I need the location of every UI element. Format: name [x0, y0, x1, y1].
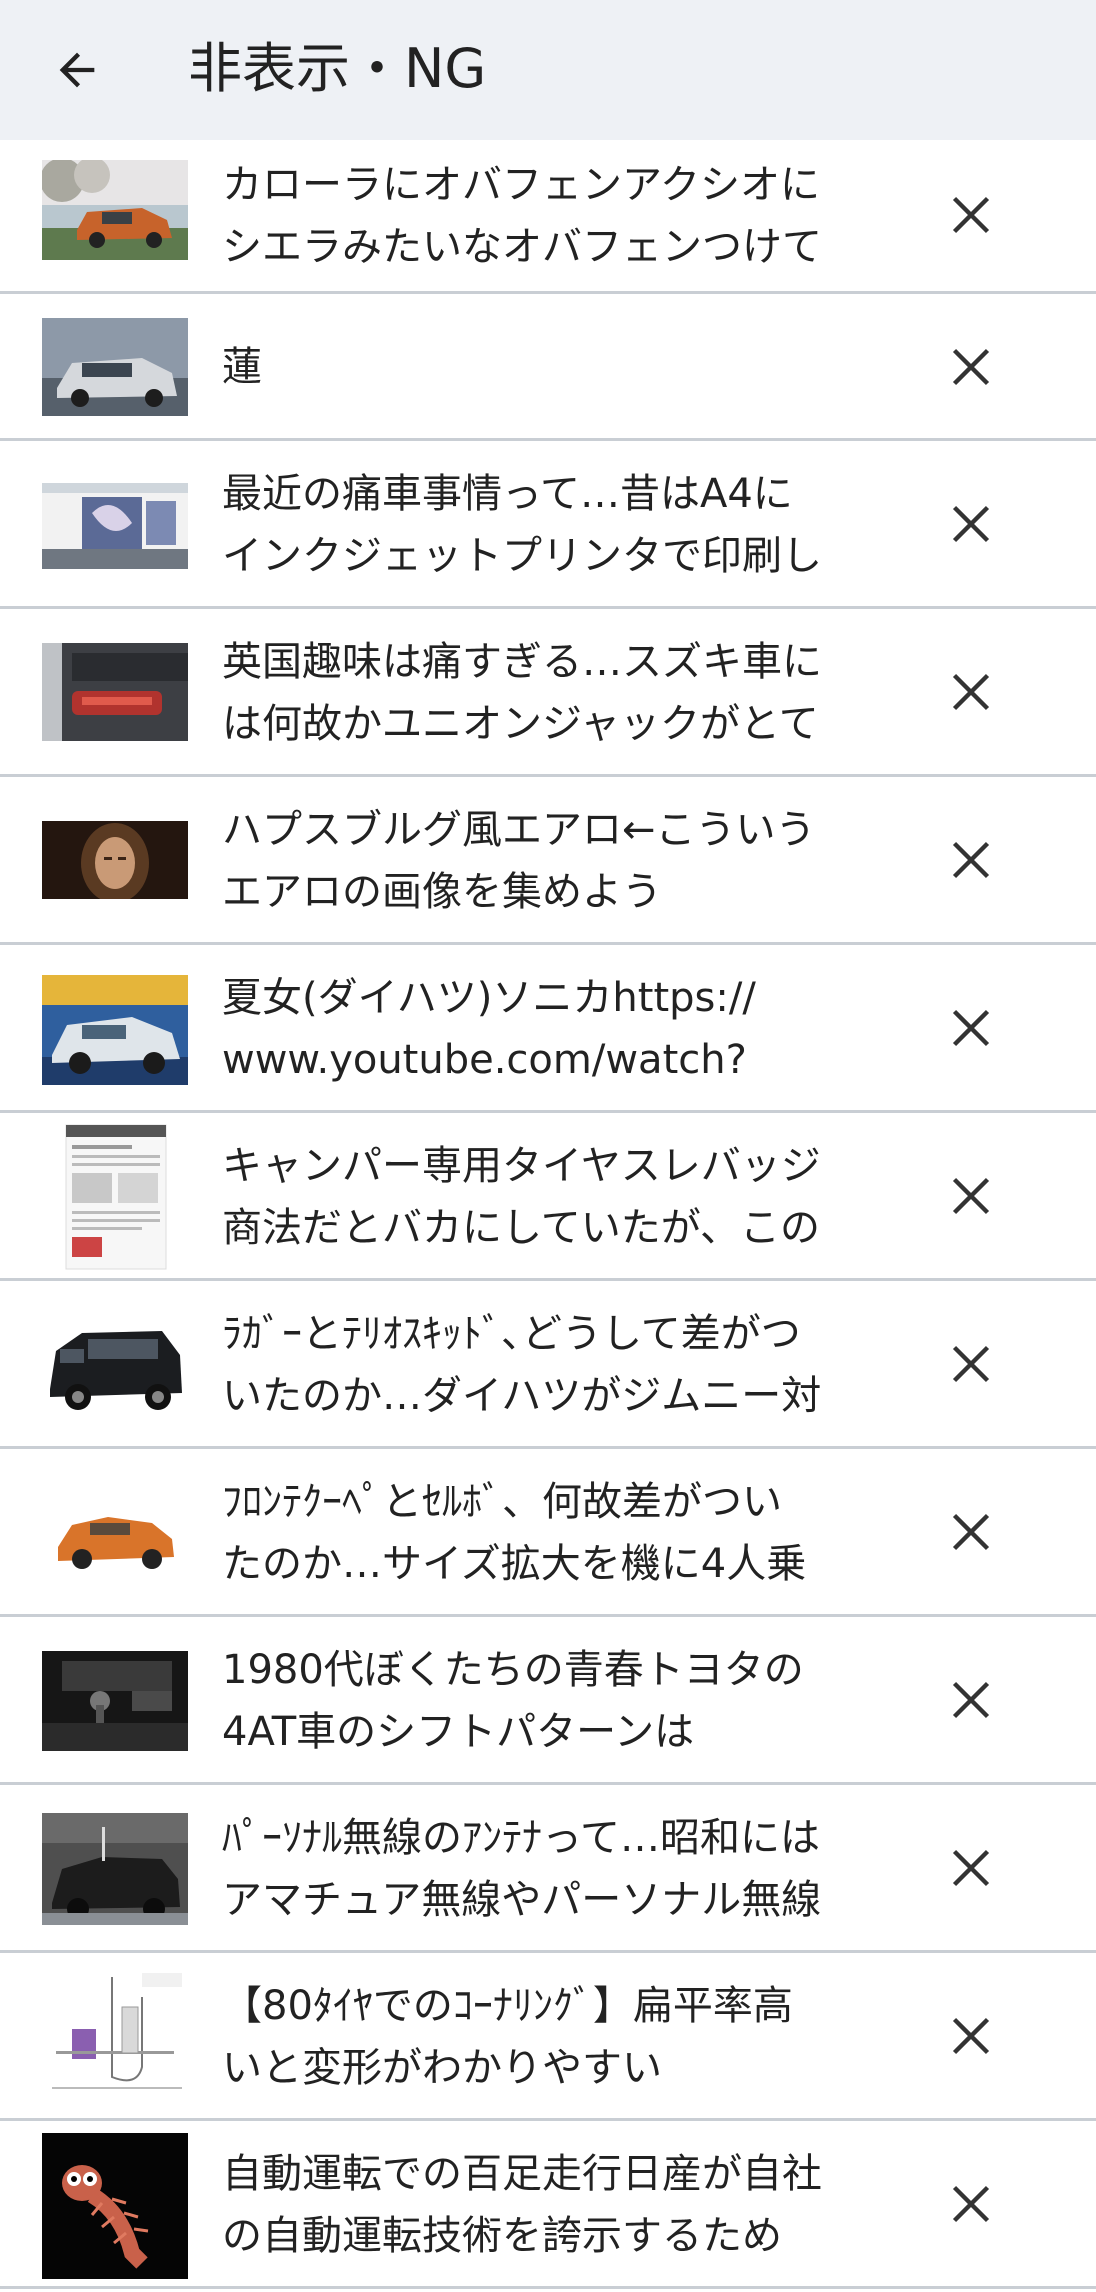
- item-title: ﾗｶﾞｰとﾃﾘｵｽｷｯﾄﾞ､どうして差がつ いたのか…ダイハツがジムニー対: [222, 1303, 872, 1427]
- item-title-line1: ハプスブルグ風エアロ←こういう: [222, 807, 816, 853]
- item-title-line2: の自動運転技術を誇示するため: [222, 2213, 782, 2259]
- item-title: キャンパー専用タイヤスレバッジ 商法だとバカにしていたが、この: [222, 1135, 872, 1259]
- remove-button[interactable]: [934, 655, 1008, 729]
- item-title-line1: 1980代ぼくたちの青春トヨタの: [222, 1647, 804, 1693]
- hidden-items-list: カローラにオバフェンアクシオに シエラみたいなオバフェンつけて 蓮 最近の痛車事…: [0, 140, 1096, 2289]
- close-icon: [952, 1681, 990, 1719]
- thumbnail-image: [42, 643, 188, 741]
- thumbnail-image: [42, 1651, 188, 1751]
- list-item[interactable]: 最近の痛車事情って…昔はA4に インクジェットプリンタで印刷し: [0, 441, 1096, 609]
- item-title-line2: いたのか…ダイハツがジムニー対: [222, 1373, 822, 1419]
- item-title-line2: エアロの画像を集めよう: [222, 869, 662, 915]
- thumbnail-image: [42, 318, 188, 416]
- thumbnail-image: [42, 483, 188, 569]
- item-title-line1: 蓮: [222, 344, 262, 390]
- arrow-left-icon: [59, 52, 95, 88]
- remove-button[interactable]: [934, 330, 1008, 404]
- item-title-line2: シエラみたいなオバフェンつけて: [222, 224, 822, 270]
- thumbnail-image: [42, 1813, 188, 1925]
- thumbnail-image: [42, 1467, 188, 1601]
- close-icon: [952, 348, 990, 386]
- list-item[interactable]: 蓮: [0, 294, 1096, 441]
- thumbnail-image: [42, 1967, 188, 2107]
- close-icon: [952, 841, 990, 879]
- close-icon: [952, 1513, 990, 1551]
- remove-button[interactable]: [934, 823, 1008, 897]
- close-icon: [952, 2017, 990, 2055]
- remove-button[interactable]: [934, 1831, 1008, 1905]
- list-item[interactable]: カローラにオバフェンアクシオに シエラみたいなオバフェンつけて: [0, 140, 1096, 294]
- remove-button[interactable]: [934, 2167, 1008, 2241]
- remove-button[interactable]: [934, 1159, 1008, 1233]
- thumbnail-image: [42, 821, 188, 899]
- remove-button[interactable]: [934, 178, 1008, 252]
- item-title-line1: 英国趣味は痛すぎる…スズキ車に: [222, 639, 822, 685]
- item-title: 英国趣味は痛すぎる…スズキ車に は何故かユニオンジャックがとて: [222, 631, 872, 755]
- app-header: 非表示・NG: [0, 0, 1096, 140]
- item-title: 【80ﾀｲﾔでのｺｰﾅﾘﾝｸﾞ】扁平率高 いと変形がわかりやすい: [222, 1975, 872, 2099]
- list-item[interactable]: ハプスブルグ風エアロ←こういう エアロの画像を集めよう: [0, 777, 1096, 945]
- item-title-line2: いと変形がわかりやすい: [222, 2045, 662, 2091]
- item-title-line1: 夏女(ダイハツ)ソニカhttps://: [222, 975, 756, 1021]
- close-icon: [952, 1009, 990, 1047]
- close-icon: [952, 196, 990, 234]
- item-title-line1: 【80ﾀｲﾔでのｺｰﾅﾘﾝｸﾞ】扁平率高: [222, 1983, 793, 2029]
- item-title: 蓮: [222, 336, 872, 398]
- thumbnail-image: [42, 2133, 188, 2279]
- remove-button[interactable]: [934, 991, 1008, 1065]
- item-title-line2: は何故かユニオンジャックがとて: [222, 701, 819, 747]
- item-title-line2: インクジェットプリンタで印刷し: [222, 533, 822, 579]
- item-title-line1: 最近の痛車事情って…昔はA4に: [222, 471, 793, 517]
- list-item[interactable]: 夏女(ダイハツ)ソニカhttps:// www.youtube.com/watc…: [0, 945, 1096, 1113]
- item-title: カローラにオバフェンアクシオに シエラみたいなオバフェンつけて: [222, 154, 872, 278]
- item-title-line2: 商法だとバカにしていたが、この: [222, 1205, 820, 1251]
- remove-button[interactable]: [934, 1327, 1008, 1401]
- item-title-line2: アマチュア無線やパーソナル無線: [222, 1877, 822, 1923]
- close-icon: [952, 2185, 990, 2223]
- remove-button[interactable]: [934, 1495, 1008, 1569]
- item-title: ハプスブルグ風エアロ←こういう エアロの画像を集めよう: [222, 799, 872, 923]
- item-title: 1980代ぼくたちの青春トヨタの 4AT車のシフトパターンは: [222, 1639, 872, 1763]
- item-title-line1: キャンパー専用タイヤスレバッジ: [222, 1143, 821, 1189]
- close-icon: [952, 1177, 990, 1215]
- item-title-line2: 4AT車のシフトパターンは: [222, 1709, 695, 1755]
- thumbnail-image: [42, 1311, 188, 1421]
- item-title-line1: 自動運転での百足走行日産が自社: [222, 2151, 822, 2197]
- app-root: 非表示・NG カローラにオバフェンアクシオに シエラみたいなオバフェンつけて 蓮…: [0, 0, 1096, 2292]
- item-title-line1: ﾗｶﾞｰとﾃﾘｵｽｷｯﾄﾞ､どうして差がつ: [222, 1311, 801, 1357]
- item-title-line1: ﾊﾟｰｿﾅﾙ無線のｱﾝﾃﾅって…昭和には: [222, 1815, 820, 1861]
- back-button[interactable]: [42, 35, 112, 105]
- item-title-line1: カローラにオバフェンアクシオに: [222, 162, 820, 208]
- list-item[interactable]: ﾗｶﾞｰとﾃﾘｵｽｷｯﾄﾞ､どうして差がつ いたのか…ダイハツがジムニー対: [0, 1281, 1096, 1449]
- item-title: ﾌﾛﾝﾃｸｰﾍﾟとｾﾙﾎﾞ、何故差がつい たのか…サイズ拡大を機に4人乗: [222, 1471, 872, 1595]
- item-title: 自動運転での百足走行日産が自社 の自動運転技術を誇示するため: [222, 2143, 872, 2267]
- item-title: 最近の痛車事情って…昔はA4に インクジェットプリンタで印刷し: [222, 463, 872, 587]
- close-icon: [952, 673, 990, 711]
- item-title: ﾊﾟｰｿﾅﾙ無線のｱﾝﾃﾅって…昭和には アマチュア無線やパーソナル無線: [222, 1807, 872, 1931]
- list-item[interactable]: 英国趣味は痛すぎる…スズキ車に は何故かユニオンジャックがとて: [0, 609, 1096, 777]
- list-item[interactable]: 自動運転での百足走行日産が自社 の自動運転技術を誇示するため: [0, 2121, 1096, 2289]
- page-title: 非表示・NG: [188, 37, 487, 100]
- close-icon: [952, 1345, 990, 1383]
- item-title-line1: ﾌﾛﾝﾃｸｰﾍﾟとｾﾙﾎﾞ、何故差がつい: [222, 1479, 782, 1525]
- item-title-line2: www.youtube.com/watch?: [222, 1037, 747, 1083]
- list-item[interactable]: 【80ﾀｲﾔでのｺｰﾅﾘﾝｸﾞ】扁平率高 いと変形がわかりやすい: [0, 1953, 1096, 2121]
- list-item[interactable]: 1980代ぼくたちの青春トヨタの 4AT車のシフトパターンは: [0, 1617, 1096, 1785]
- thumbnail-image: [42, 1123, 188, 1271]
- remove-button[interactable]: [934, 1663, 1008, 1737]
- close-icon: [952, 1849, 990, 1887]
- item-title: 夏女(ダイハツ)ソニカhttps:// www.youtube.com/watc…: [222, 967, 872, 1091]
- remove-button[interactable]: [934, 487, 1008, 561]
- list-item[interactable]: ﾌﾛﾝﾃｸｰﾍﾟとｾﾙﾎﾞ、何故差がつい たのか…サイズ拡大を機に4人乗: [0, 1449, 1096, 1617]
- thumbnail-image: [42, 975, 188, 1085]
- thumbnail-image: [42, 160, 188, 260]
- close-icon: [952, 505, 990, 543]
- item-title-line2: たのか…サイズ拡大を機に4人乗: [222, 1541, 807, 1587]
- list-item[interactable]: ﾊﾟｰｿﾅﾙ無線のｱﾝﾃﾅって…昭和には アマチュア無線やパーソナル無線: [0, 1785, 1096, 1953]
- list-item[interactable]: キャンパー専用タイヤスレバッジ 商法だとバカにしていたが、この: [0, 1113, 1096, 1281]
- remove-button[interactable]: [934, 1999, 1008, 2073]
